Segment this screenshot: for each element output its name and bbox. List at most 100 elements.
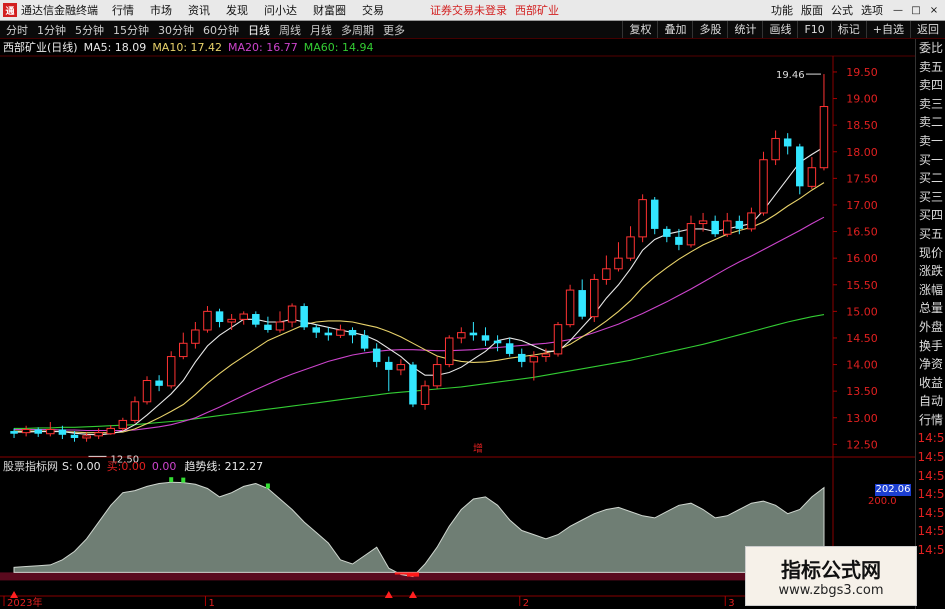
candle-body-up [106, 427, 115, 435]
side-panel-item[interactable]: 行情 [916, 411, 945, 430]
candle-body-down [481, 335, 490, 341]
divider-label: 增 [473, 442, 483, 455]
candle-body-up [142, 380, 152, 403]
side-panel-item[interactable]: 14:5 [916, 467, 945, 486]
side-panel-item[interactable]: 卖二 [916, 113, 945, 132]
candle-body-up [565, 289, 575, 326]
side-panel-item[interactable]: 涨跌 [916, 262, 945, 281]
time-tick-label: 3 [728, 598, 734, 609]
side-panel-item[interactable]: 收益 [916, 374, 945, 393]
indicator-header: 股票指标网 S: 0.00 买: 0.00 0.00 趋势线: 212.27 [3, 458, 263, 474]
side-panel-item[interactable]: 卖三 [916, 95, 945, 114]
price-tick-label: 14.00 [846, 359, 878, 372]
candle-body-down [518, 353, 526, 362]
side-panel-item[interactable]: 买五 [916, 225, 945, 244]
side-panel-item[interactable]: 净资 [916, 355, 945, 374]
candle-body-up [118, 419, 128, 429]
candle-body-down [324, 332, 333, 336]
candle-body-up [807, 167, 817, 187]
price-tick-label: 17.50 [846, 172, 878, 185]
price-tick-label: 15.50 [846, 279, 878, 292]
side-panel-item[interactable]: 自动 [916, 392, 945, 411]
side-panel-item[interactable]: 涨幅 [916, 281, 945, 300]
side-panel-item[interactable]: 14:5 [916, 522, 945, 541]
price-tick-label: 16.00 [846, 252, 878, 265]
ma20-line [14, 216, 825, 432]
candle-body-down [675, 236, 683, 245]
side-panel-item[interactable]: 买一 [916, 151, 945, 170]
side-panel-item[interactable]: 外盘 [916, 318, 945, 337]
candle-body-up [420, 385, 430, 405]
indicator-b-label: 买: [106, 460, 122, 473]
candle-body-up [166, 356, 176, 387]
indicator-negative-bar [406, 572, 419, 577]
watermark-title: 指标公式网 [781, 558, 881, 582]
indicator-s: S: 0.00 [62, 459, 101, 473]
candle-body-down [385, 361, 393, 370]
candle-body-up [541, 353, 551, 358]
indicator-b-value: 0.00 [121, 459, 146, 473]
candle-body-up [21, 428, 31, 434]
side-panel-item[interactable]: 卖一 [916, 132, 945, 151]
side-panel-item[interactable]: 买三 [916, 188, 945, 207]
price-tick-label: 16.50 [846, 226, 878, 239]
buy-signal-mark [181, 477, 186, 483]
candle-body-up [275, 321, 285, 331]
high-price-label: 19.46 [776, 70, 805, 81]
signal-arrow-icon [384, 591, 393, 598]
candle-body-up [457, 332, 466, 339]
side-panel-item[interactable]: 买四 [916, 206, 945, 225]
candle-body-down [783, 138, 792, 147]
candle-body-up [94, 432, 103, 437]
ma10-line [14, 182, 825, 434]
candle-body-up [287, 305, 297, 323]
candle-body-up [336, 329, 345, 336]
indicator-current-value: 202.06 [875, 484, 911, 496]
kline-chart[interactable]: 19.50 19.00 18.50 18.00 17.50 17.00 16.50 16.00… [0, 0, 945, 609]
candle-body-up [602, 268, 611, 280]
time-tick-label: 2 [523, 598, 529, 609]
candle-body-up [432, 364, 442, 387]
side-panel-item[interactable]: 14:5 [916, 485, 945, 504]
candle-body-up [191, 329, 200, 344]
side-panel-item[interactable]: 换手 [916, 337, 945, 356]
site-watermark: 指标公式网 www.zbgs3.com [745, 546, 917, 606]
side-panel-item[interactable]: 卖五 [916, 58, 945, 77]
ma5-line [14, 146, 825, 436]
candle-body-up [614, 257, 623, 270]
candle-body-up [227, 318, 236, 323]
price-tick-label: 12.50 [846, 438, 878, 451]
candle-body-up [553, 324, 563, 355]
side-panel-item[interactable]: 卖四 [916, 76, 945, 95]
candle-body-down [312, 327, 320, 333]
candle-body-down [493, 340, 502, 344]
side-panel-item[interactable]: 买二 [916, 169, 945, 188]
side-panel-item[interactable]: 14:5 [916, 541, 945, 560]
candle-body-down [796, 146, 804, 187]
candle-body-down [264, 324, 272, 330]
indicator-c-value: 0.00 [151, 459, 177, 473]
side-panel-item[interactable]: 14:5 [916, 504, 945, 523]
candle-body-down [348, 329, 357, 336]
signal-arrow-icon [408, 591, 417, 598]
candle-body-down [58, 429, 67, 435]
price-tick-label: 19.50 [846, 66, 878, 79]
price-tick-label: 18.50 [846, 119, 878, 132]
candle-body-down [578, 290, 586, 317]
candle-body-up [747, 212, 756, 230]
side-panel-item[interactable]: 现价 [916, 244, 945, 263]
candle-body-up [46, 428, 55, 435]
indicator-name[interactable]: 股票指标网 [3, 458, 58, 474]
side-panel-item[interactable]: 14:5 [916, 448, 945, 467]
candle-body-up [529, 356, 539, 363]
candle-body-up [179, 342, 188, 358]
candle-body-up [819, 106, 829, 169]
price-tick-label: 14.50 [846, 332, 878, 345]
candle-body-down [300, 306, 308, 328]
side-panel-item[interactable]: 14:5 [916, 429, 945, 448]
candle-body-down [663, 228, 671, 237]
indicator-axis-label: 200.0 [868, 496, 897, 507]
candle-body-down [360, 335, 369, 349]
side-panel-item[interactable]: 委比 [916, 39, 945, 58]
side-panel-item[interactable]: 总量 [916, 299, 945, 318]
